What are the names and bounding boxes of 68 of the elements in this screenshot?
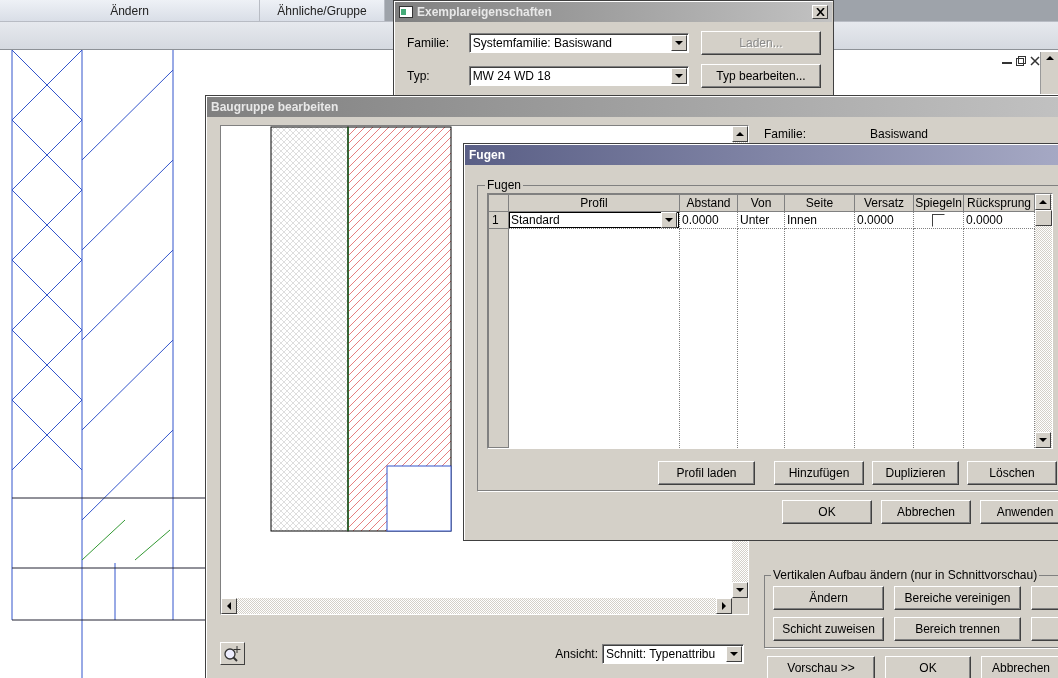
dialog-button[interactable]: Vorschau >> (767, 656, 875, 678)
dropdown-button[interactable] (726, 645, 742, 662)
dialog-button[interactable]: OK (782, 500, 872, 524)
dropdown-button[interactable] (661, 212, 677, 228)
up-arrow-icon (1045, 55, 1054, 61)
view-label: Ansicht: (555, 646, 598, 661)
vertical-scrollbar[interactable] (1035, 194, 1052, 448)
group-title: Vertikalen Aufbau ändern (nur in Schnittvorschau) (772, 568, 1039, 582)
property-label: Familie: (764, 127, 807, 141)
left-arrow-icon (226, 602, 232, 610)
dropdown-button[interactable] (671, 68, 687, 84)
down-arrow-icon (736, 587, 744, 593)
table-cell: 0.0000 (679, 211, 738, 229)
scrollbar-thumb[interactable] (1035, 210, 1052, 226)
dialog-button[interactable]: Bereiche vereinigen (894, 586, 1021, 610)
close-icon[interactable] (1030, 56, 1040, 66)
dialog-button[interactable]: Anwenden (980, 500, 1058, 524)
table-cell: 0.0000 (854, 211, 914, 229)
column-header[interactable]: Abstand (679, 194, 738, 212)
profile-dropdown[interactable]: Standard (509, 212, 679, 228)
close-button[interactable] (812, 5, 828, 19)
column-header[interactable]: Spiegeln (913, 194, 964, 212)
up-arrow-icon (736, 131, 744, 137)
table-cell: Innen (784, 211, 855, 229)
table-cell: 0.0000 (963, 211, 1035, 229)
ribbon-panel-label[interactable]: Ändern (0, 0, 260, 21)
window-title: Baugruppe bearbeiten (211, 100, 340, 114)
restore-icon[interactable] (1016, 56, 1026, 66)
group-title: Fugen (486, 178, 523, 192)
view-dropdown[interactable]: Schnitt: Typenattribu (602, 643, 744, 664)
mirror-checkbox[interactable] (932, 213, 945, 227)
dialog-button[interactable]: Profil laden (658, 461, 755, 485)
dialog-button[interactable]: Schicht zuweisen (773, 617, 884, 641)
dialog-button[interactable]: Duplizieren (872, 461, 959, 485)
window-title: Fugen (469, 148, 506, 162)
column-header[interactable]: Profil (508, 194, 680, 212)
dialog-button[interactable]: Bereich trennen (894, 617, 1021, 641)
down-arrow-icon (675, 40, 683, 46)
property-value: Basiswand (870, 127, 929, 141)
dialog-button[interactable]: Abbrechen (981, 656, 1058, 678)
type-dropdown[interactable]: MW 24 WD 18 (468, 66, 689, 86)
down-arrow-icon (1039, 437, 1047, 443)
dialog-button[interactable]: Abbrechen (881, 500, 971, 524)
window-icon (399, 6, 413, 18)
window-title: Exemplareigenschaften (417, 5, 553, 19)
column-header[interactable]: Versatz (854, 194, 914, 212)
down-arrow-icon (730, 650, 738, 657)
magnifier-icon (223, 644, 242, 663)
dialog-button[interactable]: Hinzufügen (774, 461, 864, 485)
dialog-button[interactable]: OK (885, 656, 971, 678)
up-arrow-icon (1039, 199, 1047, 205)
down-arrow-icon (675, 73, 683, 79)
field-label: Typ: (407, 69, 431, 83)
field-label: Familie: (407, 36, 450, 50)
dialog-button[interactable]: Löschen (967, 461, 1057, 485)
dialog-button[interactable]: Typ bearbeiten... (701, 64, 821, 88)
column-header[interactable]: Von (737, 194, 785, 212)
column-header[interactable]: Rücksprung (963, 194, 1035, 212)
dropdown-button[interactable] (671, 35, 687, 51)
horizontal-scrollbar[interactable] (221, 598, 732, 614)
scrollbar[interactable] (1040, 52, 1058, 94)
column-header[interactable]: Seite (784, 194, 855, 212)
dialog-button[interactable]: Ändern (773, 586, 884, 610)
close-icon (815, 8, 825, 16)
down-arrow-icon (665, 217, 673, 223)
right-arrow-icon (721, 602, 727, 610)
zoom-pan-button[interactable] (220, 642, 245, 665)
table-cell: Unter (737, 211, 785, 229)
